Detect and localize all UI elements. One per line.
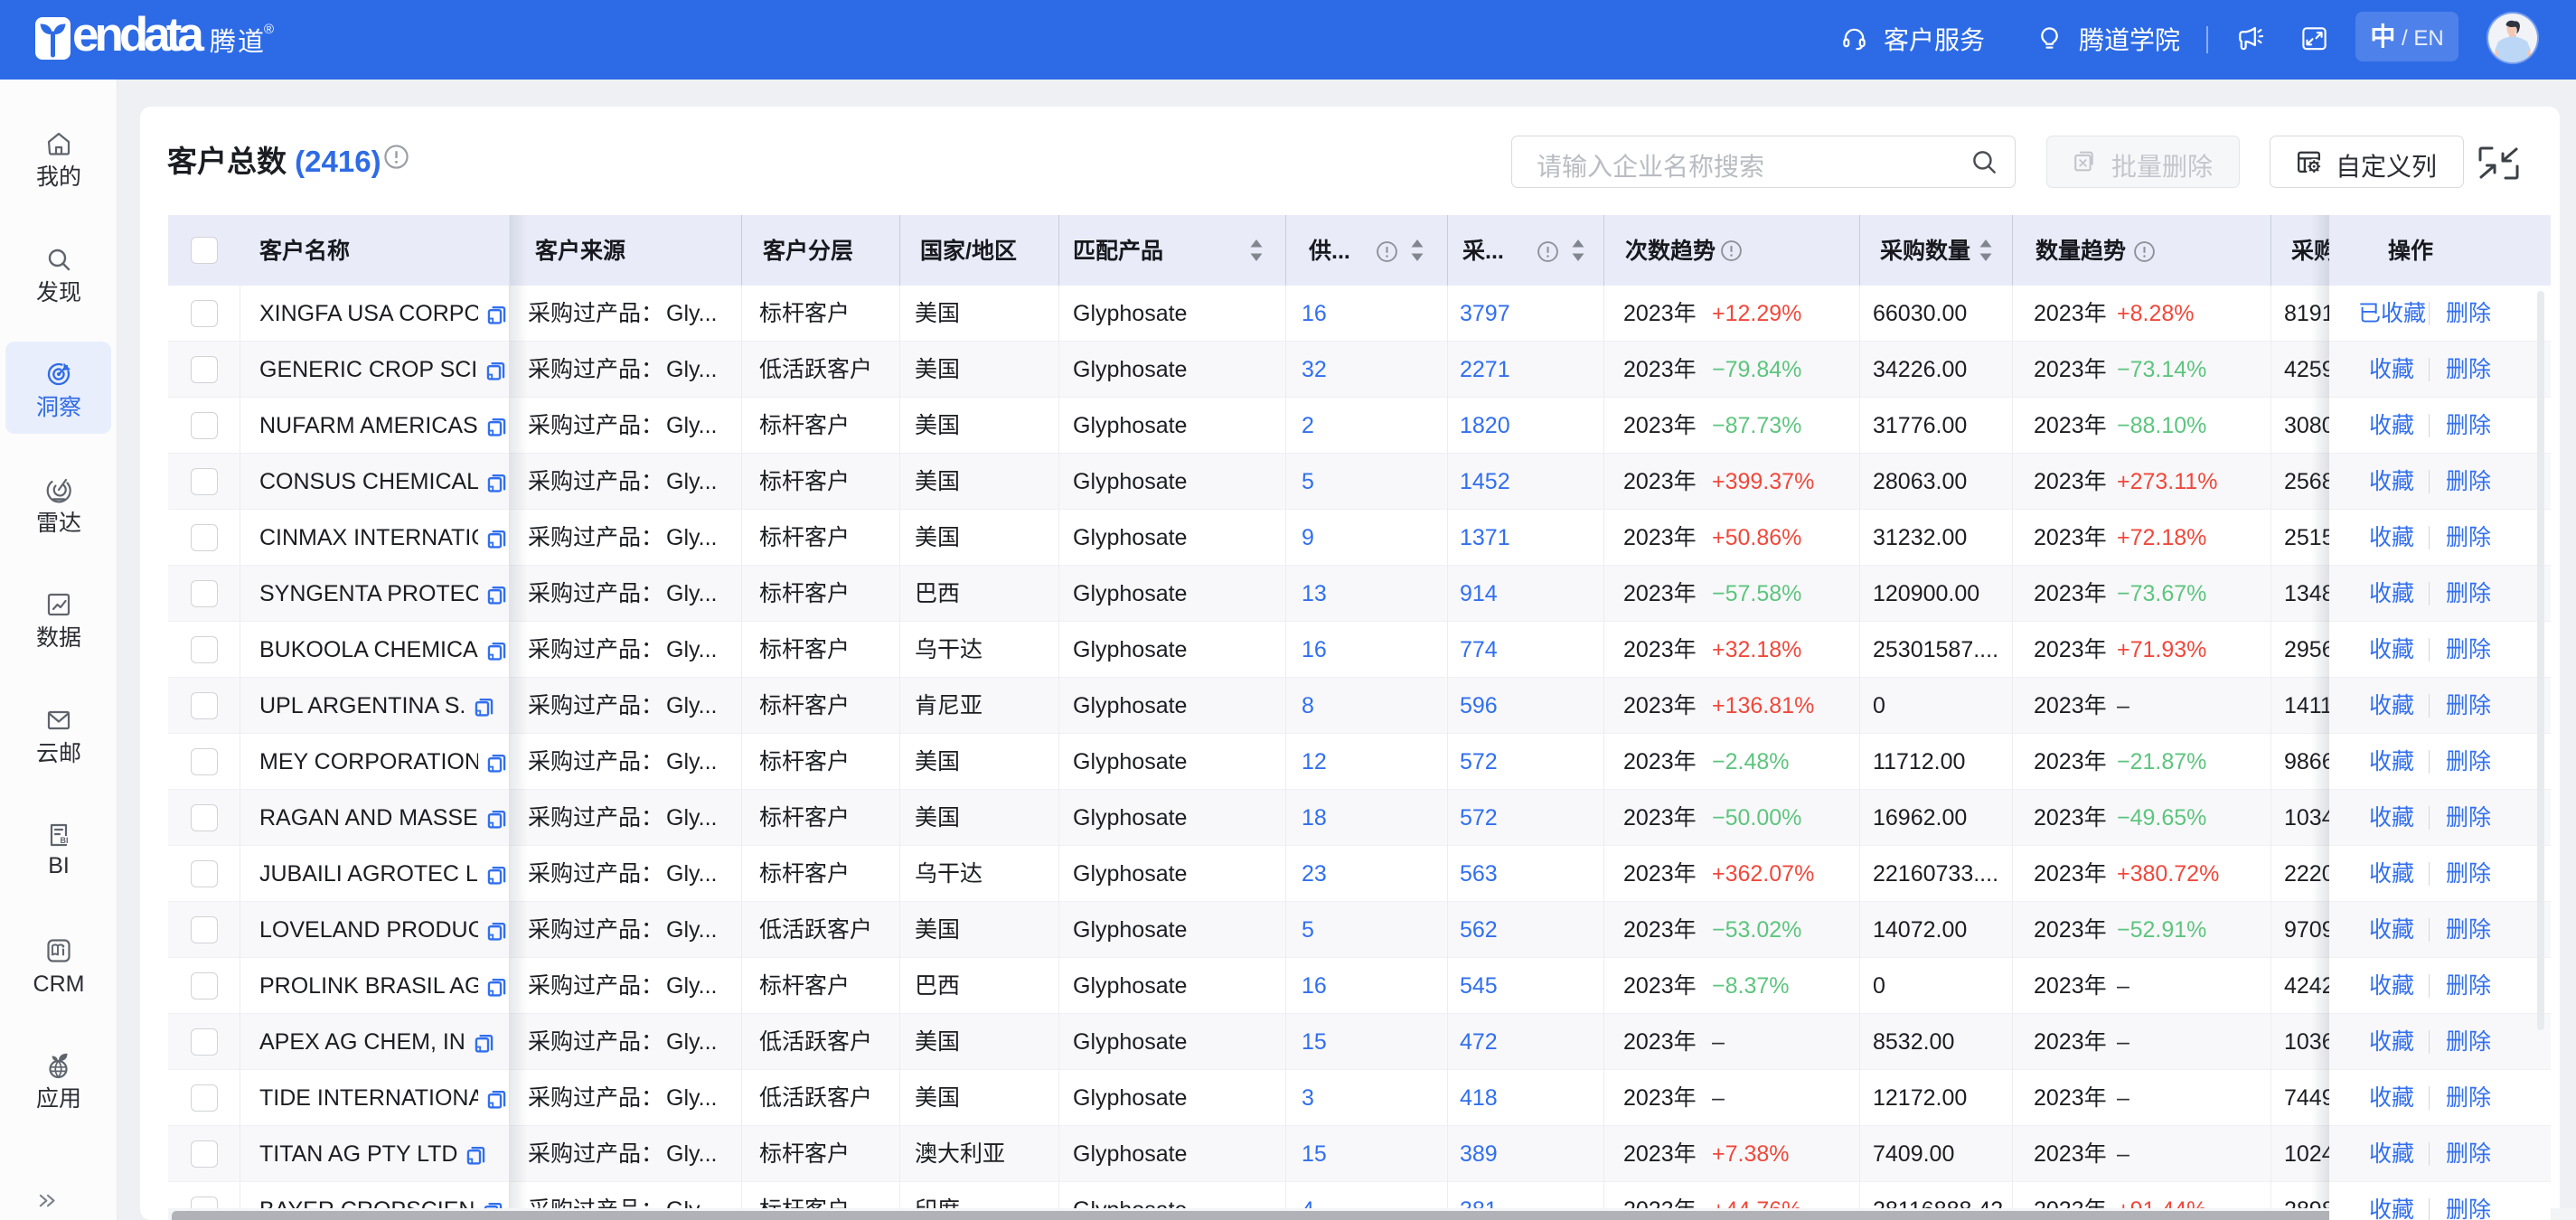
svg-text:BI: BI <box>61 836 69 845</box>
